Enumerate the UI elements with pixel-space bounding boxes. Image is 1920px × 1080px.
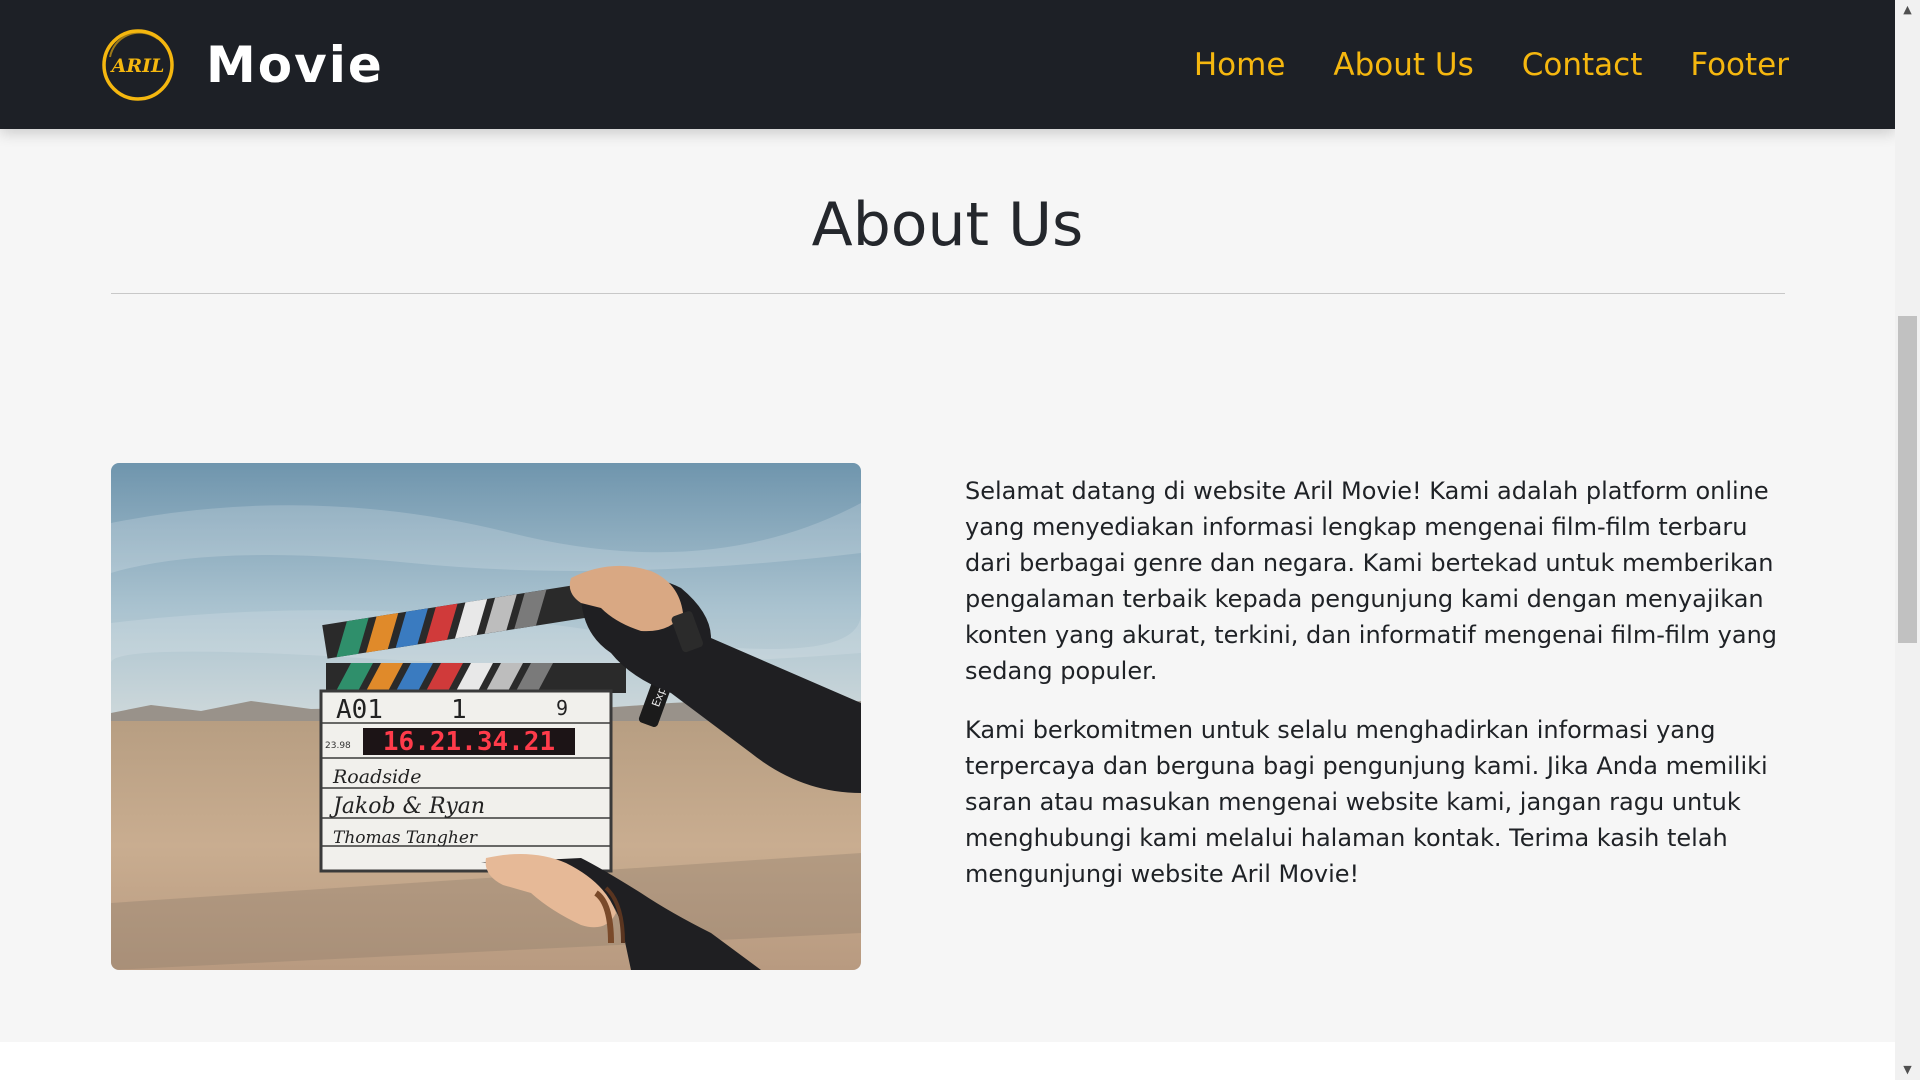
nav-link-about-us[interactable]: About Us xyxy=(1333,47,1473,83)
scrollbar-thumb[interactable] xyxy=(1898,316,1917,643)
main-nav: Home About Us Contact Footer xyxy=(1194,0,1789,129)
vertical-scrollbar[interactable]: ▲ ▼ xyxy=(1895,0,1920,1080)
title-divider xyxy=(111,293,1785,294)
aril-logo-icon: ARIL xyxy=(102,29,174,101)
clapper-director: Jakob & Ryan xyxy=(329,794,485,819)
logo-text: ARIL xyxy=(110,55,165,77)
clapper-fps: 23.98 xyxy=(325,741,351,751)
page: ARIL Movie Home About Us Contact Footer … xyxy=(0,0,1895,1080)
clapperboard-photo: A01 1 9 23.98 16.21.34.21 Roadside Jakob… xyxy=(111,463,861,970)
clapper-scene: A01 xyxy=(336,695,383,725)
nav-link-footer[interactable]: Footer xyxy=(1690,47,1789,83)
page-title: About Us xyxy=(811,190,1084,260)
about-section: About Us A01 1 9 23.98 16.21.34.21 Roads… xyxy=(0,129,1895,1042)
clapper-timecode: 16.21.34.21 xyxy=(383,727,555,757)
nav-link-home[interactable]: Home xyxy=(1194,47,1286,83)
navbar: ARIL Movie Home About Us Contact Footer xyxy=(0,0,1895,129)
about-paragraph-2: Kami berkomitmen untuk selalu menghadirk… xyxy=(965,716,1768,888)
brand[interactable]: ARIL Movie xyxy=(100,26,384,104)
brand-name: Movie xyxy=(206,36,384,94)
triangle-up-icon[interactable]: ▲ xyxy=(1895,0,1920,20)
about-text: Selamat datang di website Aril Movie! Ka… xyxy=(965,473,1790,915)
clapper-camera: Thomas Tangher xyxy=(333,828,478,848)
clapper-roll: 9 xyxy=(556,696,568,720)
about-paragraph-1: Selamat datang di website Aril Movie! Ka… xyxy=(965,477,1778,685)
nav-link-contact[interactable]: Contact xyxy=(1522,47,1643,83)
triangle-down-icon[interactable]: ▼ xyxy=(1895,1060,1920,1080)
clapper-production: Roadside xyxy=(332,766,421,788)
clapper-take: 1 xyxy=(451,695,467,725)
